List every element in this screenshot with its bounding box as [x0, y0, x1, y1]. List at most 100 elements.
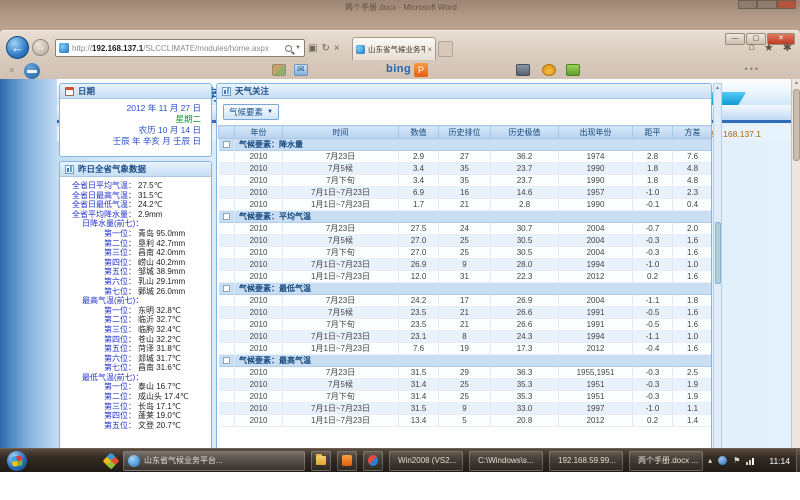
pinwheel-icon[interactable] — [103, 452, 120, 469]
content-scrollbar[interactable]: ▲ — [713, 83, 722, 473]
favorites-close-icon[interactable]: × — [9, 65, 14, 75]
content-scrollbar-thumb[interactable] — [715, 222, 721, 284]
table-row[interactable]: 20107月下旬27.02530.52004-0.31.6 — [219, 247, 713, 259]
weather-stat-line: 第四位：苍山 32.2℃ — [60, 335, 211, 345]
table-row[interactable]: 20107月下旬23.52126.61991-0.51.6 — [219, 319, 713, 331]
addon-orange-icon[interactable]: P — [414, 63, 428, 77]
taskbar-orange-app-button[interactable] — [337, 451, 357, 471]
table-row[interactable]: 20107月5候31.42535.31951-0.31.9 — [219, 379, 713, 391]
screenshot-icon[interactable] — [516, 64, 530, 76]
gear-icon[interactable]: ✱ — [783, 41, 792, 54]
table-group-row: 气候要素：最高气温 — [219, 355, 713, 367]
table-cell: 7.6 — [399, 343, 439, 355]
addon-cards-icon[interactable] — [272, 64, 286, 76]
search-icon[interactable] — [285, 45, 292, 52]
table-row[interactable]: 20101月1日~7月23日12.03122.320120.21.6 — [219, 271, 713, 283]
table-cell: 14.6 — [491, 187, 559, 199]
favorites-star-icon[interactable]: ★ — [764, 41, 774, 54]
addon-compass-icon[interactable] — [24, 63, 40, 79]
taskbar-clock[interactable]: 11:14 — [769, 456, 790, 466]
taskbar-app-button-1[interactable]: C:\Windows\s... — [469, 451, 543, 471]
scroll-up-icon[interactable]: ▲ — [714, 85, 721, 91]
addon-green-icon[interactable] — [566, 64, 580, 76]
bing-logo[interactable]: bing — [386, 63, 411, 75]
tab-close-icon[interactable]: × — [427, 45, 432, 54]
taskbar-app-label: 两个手册.docx ... — [638, 455, 698, 466]
table-row[interactable]: 20101月1日~7月23日1.7212.81990-0.10.4 — [219, 199, 713, 211]
table-row[interactable]: 20107月1日~7月23日26.9928.01994-1.01.0 — [219, 259, 713, 271]
table-row[interactable]: 20107月23日2.92736.219742.87.6 — [219, 151, 713, 163]
weather-stat-line: 第四位：蓬莱 19.0℃ — [60, 411, 211, 421]
table-row[interactable]: 20107月5候3.43523.719901.84.8 — [219, 163, 713, 175]
table-header-row: 年份时间数值历史排位历史极值出现年份距平方差 — [219, 126, 713, 139]
address-search-controls[interactable]: ▼ — [285, 45, 301, 52]
table-row[interactable]: 20107月1日~7月23日23.1824.31994-1.11.0 — [219, 331, 713, 343]
taskbar-ie-button[interactable]: 山东省气候业务平台... — [123, 451, 305, 471]
browser-scrollbar[interactable]: ▲ — [791, 79, 800, 473]
table-group-row: 气候要素：平均气温 — [219, 211, 713, 223]
more-options-icon[interactable]: ••• — [745, 64, 760, 74]
table-body: 气候要素：降水量20107月23日2.92736.219742.87.62010… — [219, 139, 713, 427]
stat-label: 全省日平均气温： — [60, 181, 136, 191]
address-bar[interactable]: http://192.168.137.1/SLCCLIMATE/modules/… — [55, 39, 305, 57]
search-dropdown-icon[interactable]: ▼ — [295, 45, 301, 51]
group-checkbox[interactable] — [223, 141, 230, 148]
taskbar-app-button-3[interactable]: 两个手册.docx ... — [629, 451, 703, 471]
weather-stat-line: 第一位：东明 32.8℃ — [60, 306, 211, 316]
table-cell: 7月1日~7月23日 — [283, 259, 399, 271]
folder-icon — [316, 456, 326, 465]
table-row[interactable]: 20107月1日~7月23日31.5933.01997-1.01.1 — [219, 403, 713, 415]
row-checkbox-cell — [219, 199, 235, 211]
table-cell: 2.5 — [673, 367, 713, 379]
row-checkbox-cell — [219, 343, 235, 355]
hidden-icons-arrow[interactable]: ▴ — [708, 456, 712, 465]
forward-button[interactable]: → — [32, 39, 49, 56]
tray-blue-icon[interactable] — [718, 456, 727, 465]
table-cell: 7.6 — [673, 151, 713, 163]
group-checkbox[interactable] — [223, 213, 230, 220]
table-cell: 2010 — [235, 259, 283, 271]
network-icon[interactable] — [746, 456, 755, 465]
table-row[interactable]: 20107月5候23.52126.61991-0.51.6 — [219, 307, 713, 319]
refresh-icon[interactable]: ↻ — [321, 43, 329, 54]
table-row[interactable]: 20107月23日24.21726.92004-1.11.8 — [219, 295, 713, 307]
browser-scrollbar-thumb[interactable] — [793, 89, 800, 161]
table-row[interactable]: 20107月下旬31.42535.31951-0.31.9 — [219, 391, 713, 403]
table-row[interactable]: 20107月5候27.02530.52004-0.31.6 — [219, 235, 713, 247]
back-button[interactable]: ← — [6, 36, 29, 59]
table-row[interactable]: 20107月1日~7月23日6.91614.61957-1.02.3 — [219, 187, 713, 199]
stop-icon[interactable]: × — [334, 43, 340, 54]
taskbar-explorer-button[interactable] — [311, 451, 331, 471]
group-checkbox[interactable] — [223, 285, 230, 292]
climate-element-button[interactable]: 气候要素 ▼ — [223, 104, 279, 120]
new-tab-button[interactable] — [438, 41, 453, 57]
show-desktop-button[interactable] — [796, 449, 800, 473]
taskbar-app-button-0[interactable]: Win2008 (VS2... — [389, 451, 463, 471]
table-cell: 1月1日~7月23日 — [283, 271, 399, 283]
action-center-flag-icon[interactable]: ⚑ — [733, 456, 740, 465]
table-row[interactable]: 20107月23日27.52430.72004-0.72.0 — [219, 223, 713, 235]
stat-label: 第六位： — [60, 277, 136, 287]
weather-panel-body: 全省日平均气温：27.5℃全省日最高气温：31.5℃全省日最低气温：24.2℃全… — [60, 177, 211, 430]
stat-value: 菏泽 31.8℃ — [138, 344, 181, 354]
table-cell: 1.1 — [673, 403, 713, 415]
weather-stat-line: 全省日最高气温：31.5℃ — [60, 191, 211, 201]
table-cell: 27.5 — [399, 223, 439, 235]
home-icon[interactable]: ⌂ — [748, 41, 755, 54]
compatibility-view-icon[interactable]: ▣ — [308, 43, 317, 54]
stat-label: 第四位： — [60, 258, 136, 268]
table-cell: 2010 — [235, 235, 283, 247]
mail-icon[interactable] — [294, 64, 308, 76]
group-checkbox[interactable] — [223, 357, 230, 364]
table-row[interactable]: 20101月1日~7月23日7.61917.32012-0.41.6 — [219, 343, 713, 355]
taskbar-media-app-button[interactable] — [363, 451, 383, 471]
table-row[interactable]: 20107月下旬3.43523.719901.84.8 — [219, 175, 713, 187]
start-button[interactable] — [7, 451, 27, 471]
browser-scroll-up-icon[interactable]: ▲ — [793, 80, 800, 86]
table-cell: 7月下旬 — [283, 319, 399, 331]
addon-paw-icon[interactable] — [542, 64, 556, 76]
table-row[interactable]: 20107月23日31.52936.31955,1951-0.32.5 — [219, 367, 713, 379]
table-row[interactable]: 20101月1日~7月23日13.4520.820120.21.4 — [219, 415, 713, 427]
browser-tab[interactable]: 山东省气候业务平... × — [352, 37, 436, 60]
taskbar-app-button-2[interactable]: 192.168.59.99... — [549, 451, 623, 471]
